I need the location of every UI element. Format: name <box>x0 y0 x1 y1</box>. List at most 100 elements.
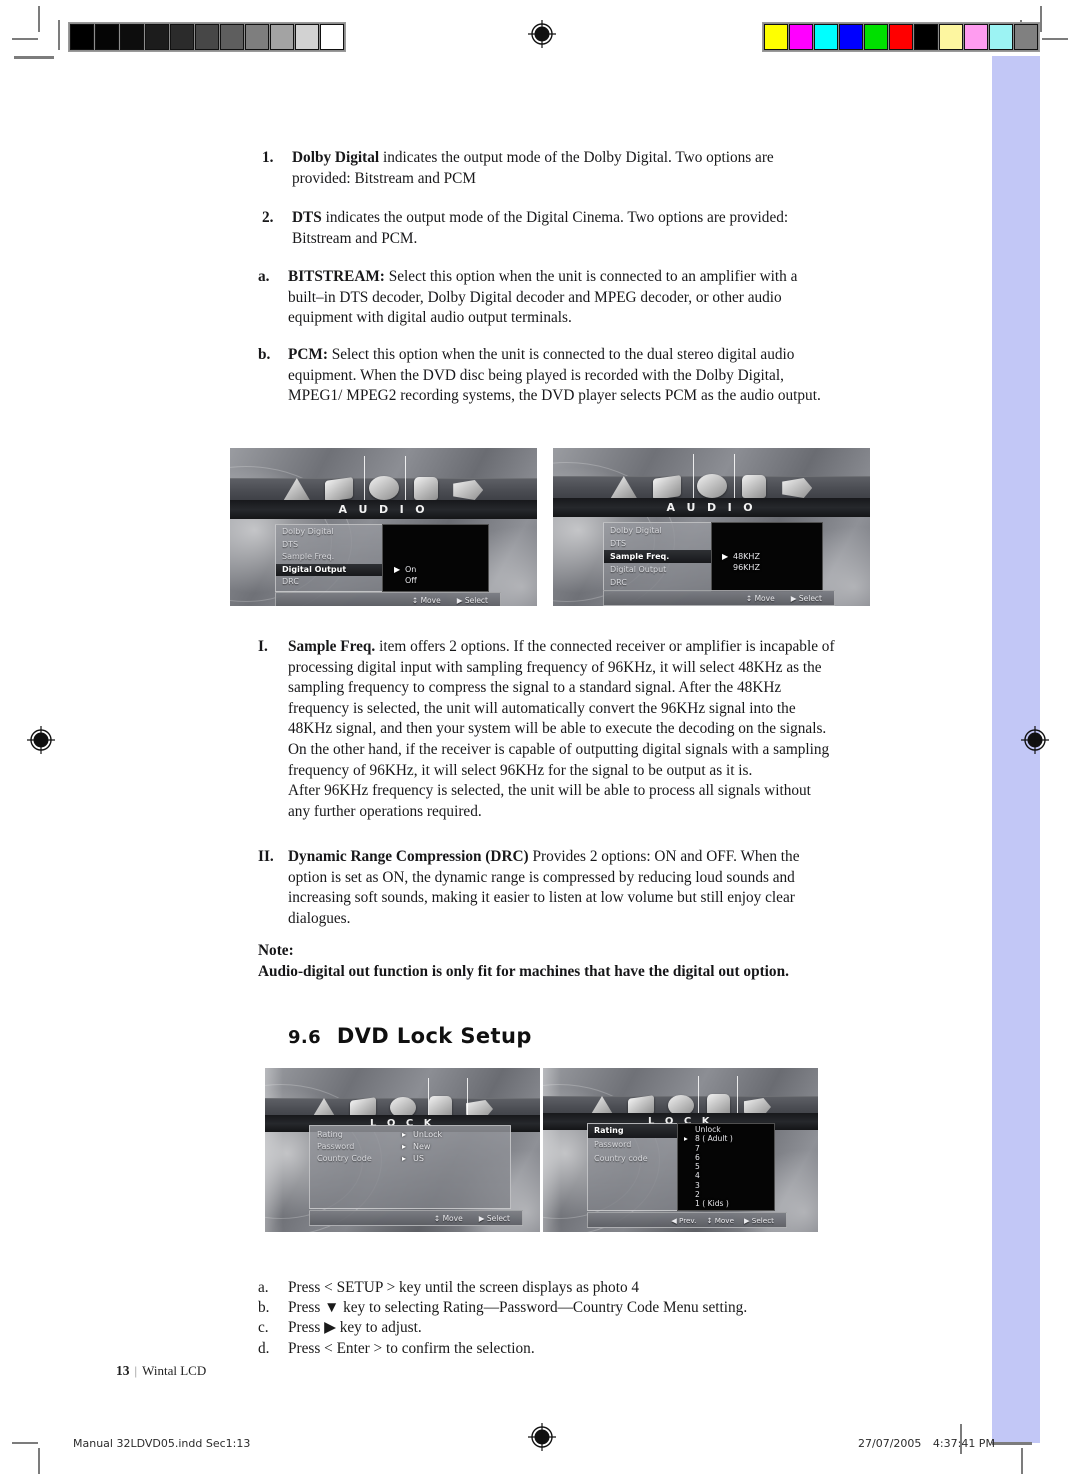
menu-item-digital-output[interactable]: Digital Output <box>276 563 382 577</box>
hint-select: ▶ Select <box>744 1215 774 1225</box>
page-content: 1. Dolby Digital indicates the output mo… <box>0 0 1080 1480</box>
menu-item-sample-freq[interactable]: Sample Freq. <box>276 551 382 564</box>
option-rating-2[interactable]: 2 <box>695 1190 733 1199</box>
value-cursor-icon: ▸ <box>402 1130 407 1139</box>
step-text: Press ▼ key to selecting Rating—Password… <box>288 1299 748 1317</box>
option-cursor-icon: ▶ <box>394 565 401 574</box>
osd-icon-selection-frame <box>698 1076 738 1117</box>
osd-option-pane <box>382 524 489 592</box>
page-footer: 13 | Wintal LCD <box>116 1363 206 1379</box>
menu-item-password[interactable]: Password <box>311 1141 411 1153</box>
list-marker: 2. <box>262 209 274 226</box>
paragraph-lead: Sample Freq. <box>288 638 376 655</box>
screenshot-audio-sample-freq: A U D I O Dolby Digital DTS Sample Freq.… <box>553 448 870 606</box>
value-country-code[interactable]: ▸ US <box>402 1153 442 1165</box>
menu-item-dts[interactable]: DTS <box>604 537 711 550</box>
section-number: 9.6 <box>288 1027 322 1048</box>
hint-select: ▶ Select <box>478 1213 510 1223</box>
hint-move: ↕ Move <box>411 595 441 605</box>
menu-item-rating[interactable]: Rating <box>311 1129 411 1141</box>
step-c: c. Press ▶ key to adjust. <box>258 1318 838 1338</box>
option-48khz[interactable]: ▶ 48KHZ <box>722 551 760 562</box>
footer-product: Wintal LCD <box>142 1363 207 1378</box>
step-label: b. <box>258 1299 270 1317</box>
menu-item-dolby-digital[interactable]: Dolby Digital <box>276 526 382 539</box>
menu-item-drc[interactable]: DRC <box>604 576 711 589</box>
paragraph-pcm: b. PCM: Select this option when the unit… <box>258 345 833 407</box>
option-label: Off <box>405 576 417 585</box>
paragraph-text: BITSTREAM: Select this option when the u… <box>288 267 833 329</box>
menu-item-rating[interactable]: Rating <box>588 1124 678 1138</box>
setup-lock-icon <box>413 477 438 500</box>
step-text: Press ▶ key to adjust. <box>288 1319 422 1337</box>
paragraph-bitstream: a. BITSTREAM: Select this option when th… <box>258 267 833 329</box>
step-text: Press < SETUP > key until the screen dis… <box>288 1279 640 1296</box>
setup-video-icon <box>652 475 681 500</box>
osd-icon-row <box>265 1078 540 1120</box>
menu-item-sample-freq[interactable]: Sample Freq. <box>604 550 711 563</box>
section-title: DVD Lock Setup <box>336 1024 532 1048</box>
osd-menu-list: Dolby Digital DTS Sample Freq. Digital O… <box>604 524 711 589</box>
hint-move: ↕ Move <box>706 1215 734 1225</box>
value-rating[interactable]: ▸ UnLock <box>402 1129 443 1141</box>
paragraph-dolby-digital: 1. Dolby Digital indicates the output mo… <box>262 148 832 189</box>
osd-hint-bar: ↕ Move ▶ Select <box>309 1210 523 1226</box>
option-label: 2 <box>695 1190 700 1200</box>
hint-move: ↕ Move <box>433 1213 463 1223</box>
osd-title-bar: A U D I O <box>553 498 870 517</box>
paragraph-lead: Dynamic Range Compression (DRC) <box>288 848 529 865</box>
step-b: b. Press ▼ key to selecting Rating—Passw… <box>258 1298 838 1318</box>
value-cursor-icon: ▸ <box>402 1154 407 1163</box>
osd-hint-bar: ↕ Move ▶ Select <box>603 590 835 606</box>
option-rating-4[interactable]: 4 <box>695 1171 733 1180</box>
option-rating-6[interactable]: 6 <box>695 1153 733 1162</box>
option-rating-5[interactable]: 5 <box>695 1162 733 1171</box>
menu-item-dts[interactable]: DTS <box>276 539 382 552</box>
option-rating-1[interactable]: 1 ( Kids ) <box>695 1199 733 1208</box>
hint-select: ▶ Select <box>456 595 488 605</box>
screenshot-lock-overview: L O C K Rating Password Country Code ▸ Un… <box>265 1068 540 1232</box>
osd-icon-selection-frame <box>428 1078 468 1119</box>
paragraph-sample-freq: I. Sample Freq. item offers 2 options. I… <box>258 637 836 822</box>
paragraph-lead: DTS <box>292 209 322 226</box>
option-label: 5 <box>695 1162 700 1172</box>
option-label: 8 ( Adult ) <box>695 1134 733 1144</box>
option-rating-3[interactable]: 3 <box>695 1181 733 1190</box>
paragraph-lead: PCM: <box>288 346 328 363</box>
paragraph-drc: II. Dynamic Range Compression (DRC) Prov… <box>258 847 836 929</box>
step-label: c. <box>258 1319 269 1337</box>
menu-item-dolby-digital[interactable]: Dolby Digital <box>604 524 711 537</box>
menu-item-country-code[interactable]: Country code <box>588 1152 678 1166</box>
value-label: UnLock <box>413 1130 443 1139</box>
option-rating-8[interactable]: ▸ 8 ( Adult ) <box>684 1134 733 1144</box>
option-on[interactable]: ▶ On <box>394 564 417 575</box>
option-cursor-icon: ▸ <box>684 1134 688 1144</box>
screenshot-lock-rating: L O C K Rating Password Country code Unl… <box>543 1068 818 1232</box>
step-text: Press < Enter > to confirm the selection… <box>288 1339 535 1357</box>
instruction-steps: a. Press < SETUP > key until the screen … <box>258 1278 838 1359</box>
option-label: On <box>405 565 417 574</box>
menu-item-password[interactable]: Password <box>588 1138 678 1152</box>
option-unlock[interactable]: Unlock <box>695 1125 733 1134</box>
menu-item-digital-output[interactable]: Digital Output <box>604 563 711 576</box>
paragraph-rest: Select this option when the unit is conn… <box>288 346 821 405</box>
step-d: d. Press < Enter > to confirm the select… <box>258 1339 838 1359</box>
slug-time: 4:37:41 PM <box>932 1437 995 1450</box>
option-label: 96KHZ <box>733 563 760 572</box>
list-marker: I. <box>258 638 268 655</box>
osd-option-list: ▶ On Off <box>394 564 417 586</box>
menu-item-country-code[interactable]: Country Code <box>311 1153 411 1165</box>
step-a: a. Press < SETUP > key until the screen … <box>258 1278 838 1298</box>
option-off[interactable]: Off <box>405 575 417 586</box>
setup-lock-icon <box>742 475 767 498</box>
value-password[interactable]: ▸ New <box>402 1141 442 1153</box>
screenshot-audio-digital-output: A U D I O Dolby Digital DTS Sample Freq.… <box>230 448 537 606</box>
menu-item-drc[interactable]: DRC <box>276 576 382 589</box>
option-rating-7[interactable]: 7 <box>695 1144 733 1153</box>
hint-select: ▶ Select <box>790 593 822 603</box>
step-label: d. <box>258 1339 270 1357</box>
option-96khz[interactable]: 96KHZ <box>733 562 760 573</box>
paragraph-rest-2: After 96KHz frequency is selected, the u… <box>288 782 811 820</box>
list-marker: a. <box>258 268 270 285</box>
hint-prev: ◀ Prev. <box>671 1215 697 1225</box>
